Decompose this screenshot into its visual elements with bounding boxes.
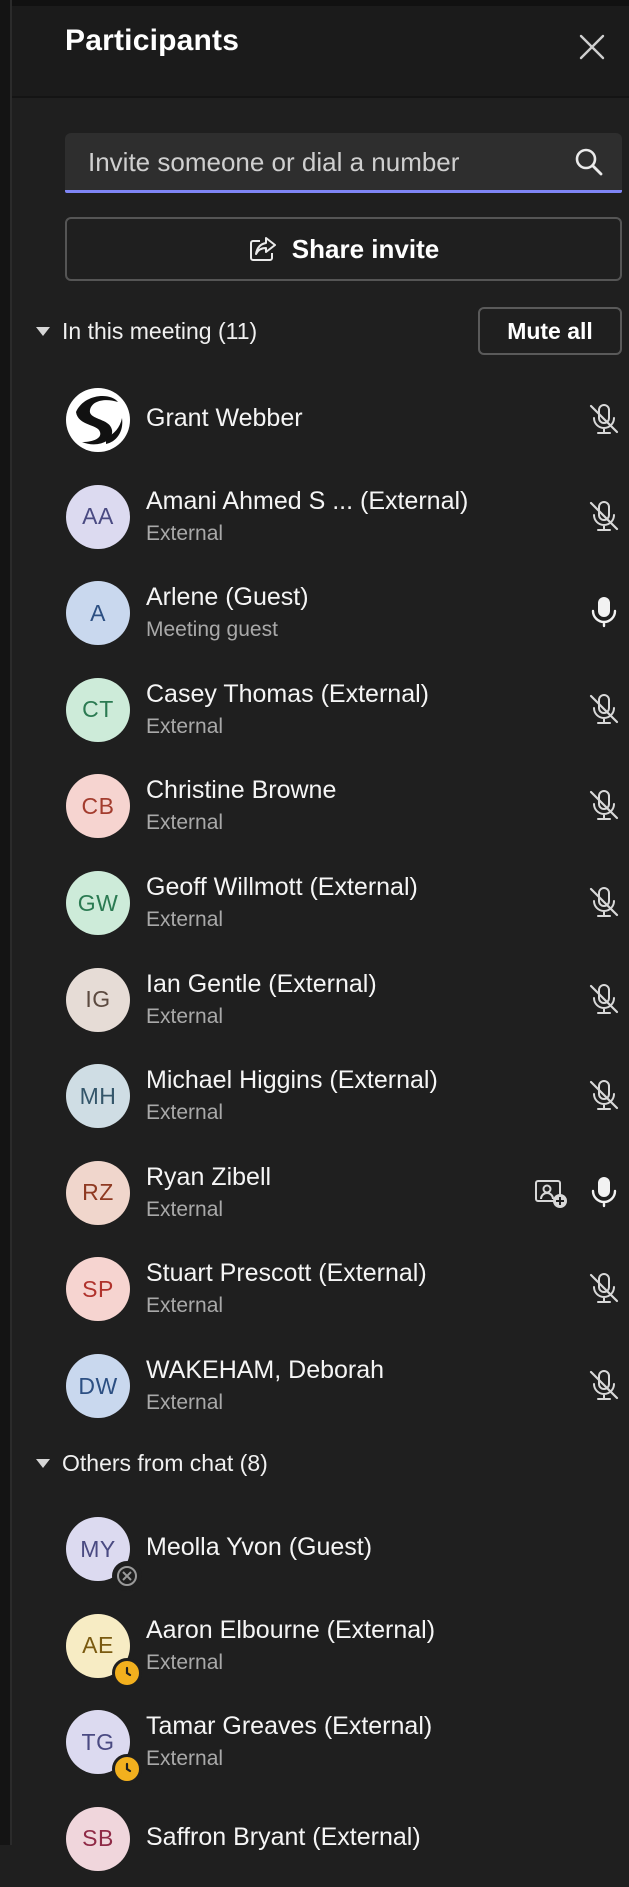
search-icon[interactable] (574, 147, 604, 177)
mic-off-icon[interactable] (587, 982, 621, 1016)
avatar: RZ (66, 1160, 130, 1225)
offline-icon (112, 1561, 142, 1591)
participant-subtitle: External (146, 1101, 224, 1125)
avatar: IG (66, 967, 130, 1032)
participant-name: Ryan Zibell (146, 1162, 272, 1191)
mic-off-icon[interactable] (587, 1271, 621, 1305)
participant-name: Saffron Bryant (External) (146, 1822, 421, 1851)
participant-row[interactable]: TG Tamar Greaves (External) External (12, 1694, 629, 1790)
participant-row[interactable]: AA Amani Ahmed S ... (External) External (12, 469, 629, 565)
mic-off-icon[interactable] (587, 402, 621, 436)
participant-row[interactable]: GW Geoff Willmott (External) External (12, 855, 629, 951)
participant-subtitle: External (146, 1004, 224, 1028)
mute-all-button[interactable]: Mute all (478, 307, 622, 355)
share-invite-button[interactable]: Share invite (65, 217, 622, 281)
mic-off-icon[interactable] (587, 1078, 621, 1112)
mic-icon[interactable] (587, 1175, 621, 1209)
participant-name: Arlene (Guest) (146, 583, 309, 612)
participant-row[interactable]: SP Stuart Prescott (External) External (12, 1241, 629, 1337)
participant-subtitle: Meeting guest (146, 618, 278, 642)
participant-subtitle: External (146, 1391, 224, 1414)
participant-subtitle: External (146, 1197, 224, 1221)
invite-search-input[interactable] (65, 133, 580, 192)
participant-subtitle: External (146, 1650, 224, 1674)
participant-subtitle: External (146, 811, 224, 835)
participant-name: Grant Webber (146, 404, 303, 432)
participant-subtitle: External (146, 714, 224, 738)
participant-name: WAKEHAM, Deborah (146, 1356, 385, 1384)
section-label: Others from chat (8) (62, 1449, 268, 1476)
share-invite-label: Share invite (291, 233, 440, 264)
mic-off-icon[interactable] (587, 788, 621, 822)
avatar: CT (66, 677, 130, 742)
participant-name: Tamar Greaves (External) (146, 1712, 433, 1741)
avatar: GW (66, 871, 130, 935)
participant-row[interactable]: RZ Ryan Zibell External (12, 1145, 629, 1241)
section-label: In this meeting (11) (62, 317, 258, 344)
participant-row[interactable]: AE Aaron Elbourne (External) External (12, 1598, 629, 1694)
clock-icon (112, 1754, 142, 1785)
avatar: SB (66, 1806, 130, 1871)
section-in-meeting[interactable]: In this meeting (11) (36, 311, 257, 351)
participant-row[interactable]: MH Michael Higgins (External) External (12, 1048, 629, 1144)
participant-name: Aaron Elbourne (External) (146, 1615, 436, 1644)
participant-row[interactable]: Grant Webber (12, 372, 629, 468)
participant-subtitle: External (146, 1747, 224, 1771)
participant-row[interactable]: SB Saffron Bryant (External) (12, 1791, 629, 1887)
participant-name: Stuart Prescott (External) (146, 1259, 427, 1288)
participant-row[interactable]: MY Meolla Yvon (Guest) (12, 1501, 629, 1597)
avatar: CB (66, 774, 130, 839)
participant-subtitle: External (146, 1294, 224, 1318)
avatar: SP (66, 1257, 130, 1322)
participant-subtitle: External (146, 521, 224, 545)
avatar: MH (66, 1064, 130, 1129)
section-others-from-chat[interactable]: Others from chat (8) (36, 1443, 268, 1483)
mic-off-icon[interactable] (587, 1368, 621, 1402)
participant-name: Amani Ahmed S ... (External) (146, 486, 469, 515)
participants-panel: Participants Share invite In this meetin… (12, 0, 629, 1871)
mic-off-icon[interactable] (587, 885, 621, 919)
mic-off-icon[interactable] (587, 499, 621, 533)
share-icon (249, 237, 276, 261)
screen-share-icon (535, 1179, 567, 1208)
participant-name: Michael Higgins (External) (146, 1066, 438, 1095)
participant-name: Casey Thomas (External) (146, 679, 429, 708)
close-button[interactable] (575, 30, 609, 64)
participant-row[interactable]: CB Christine Browne External (12, 758, 629, 854)
avatar: DW (66, 1354, 130, 1418)
panel-header: Participants (12, 0, 629, 98)
participant-row[interactable]: CT Casey Thomas (External) External (12, 662, 629, 758)
org-logo-icon (67, 389, 129, 451)
chevron-down-icon (36, 326, 50, 336)
avatar: AA (66, 484, 130, 549)
window-edge (0, 0, 12, 1845)
close-icon (579, 34, 605, 60)
avatar: A (66, 581, 130, 646)
participant-row[interactable]: A Arlene (Guest) Meeting guest (12, 565, 629, 661)
panel-title: Participants (65, 24, 240, 57)
clock-icon (112, 1657, 142, 1688)
participant-name: Meolla Yvon (Guest) (146, 1533, 373, 1561)
mic-icon[interactable] (587, 595, 621, 629)
participant-name: Ian Gentle (External) (146, 969, 377, 998)
participant-subtitle: External (146, 908, 224, 931)
participant-row[interactable]: DW WAKEHAM, Deborah External (12, 1338, 629, 1434)
participant-name: Christine Browne (146, 776, 337, 805)
invite-search-box[interactable] (65, 133, 622, 193)
chevron-down-icon (36, 1458, 50, 1468)
participant-name: Geoff Willmott (External) (146, 873, 418, 901)
participant-row[interactable]: IG Ian Gentle (External) External (12, 952, 629, 1048)
mic-off-icon[interactable] (587, 692, 621, 726)
avatar (66, 388, 130, 452)
